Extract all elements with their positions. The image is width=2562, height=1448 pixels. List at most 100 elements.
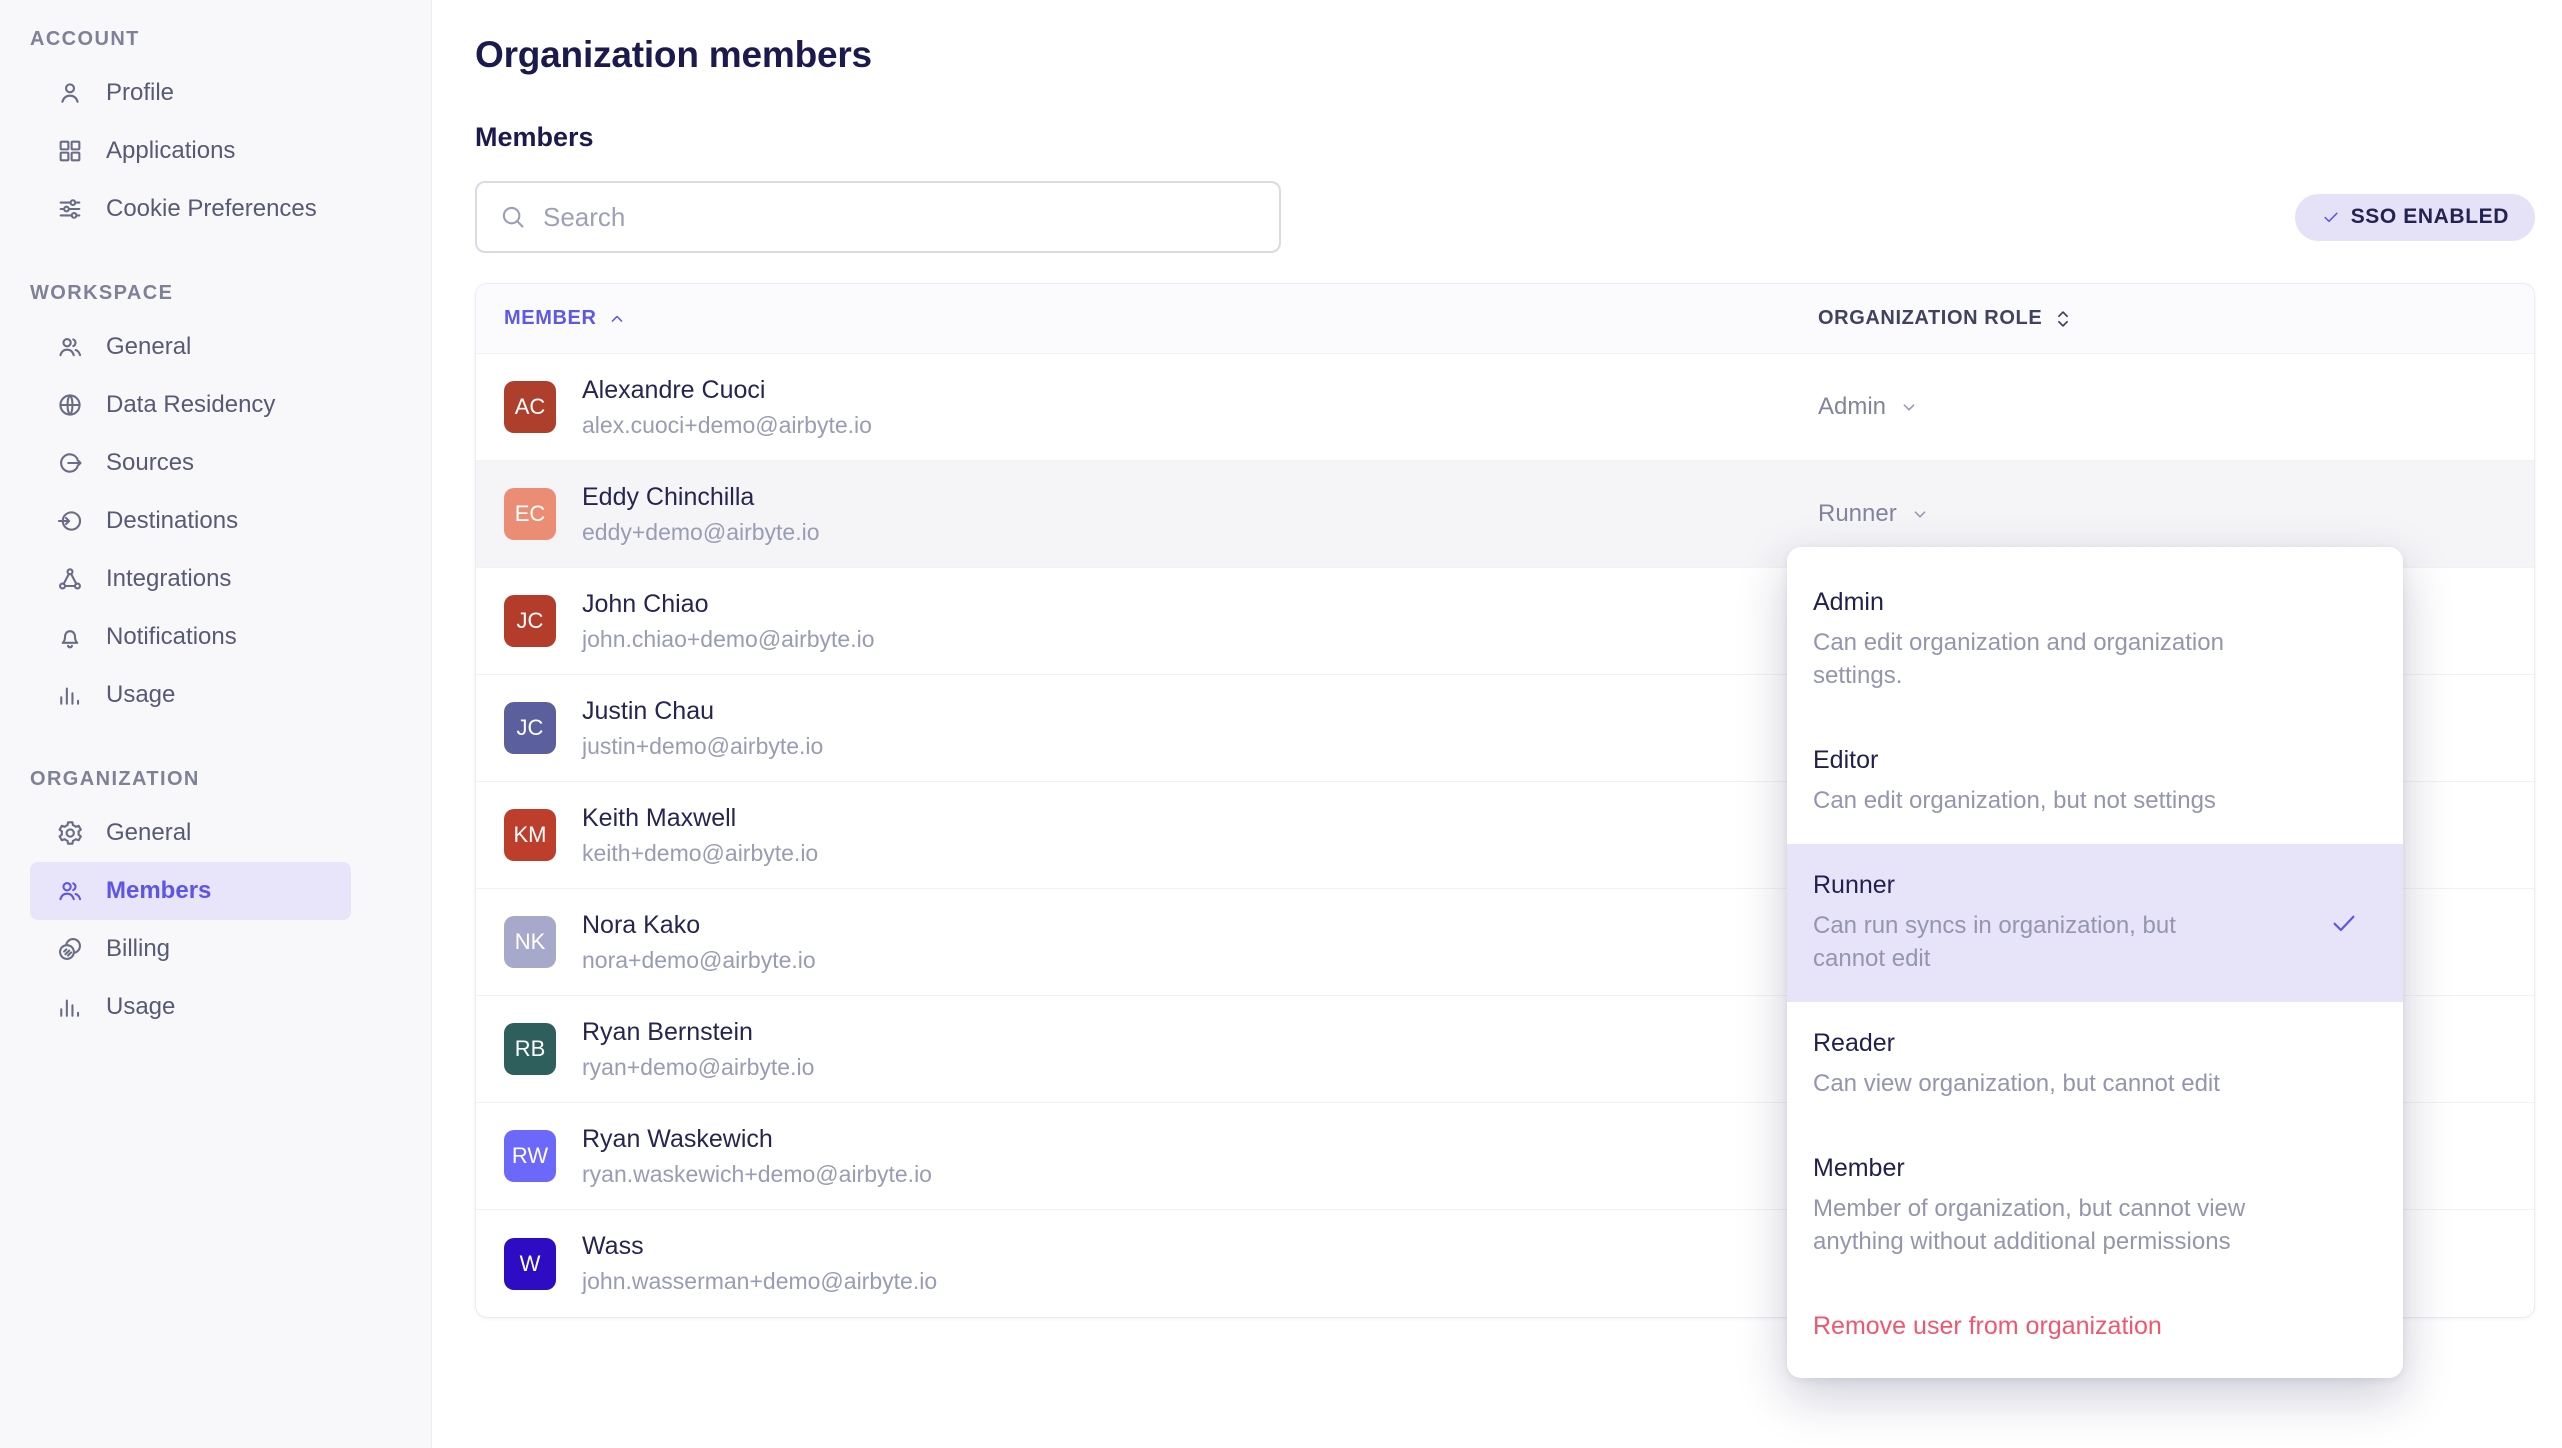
member-name: Keith Maxwell [582,804,818,833]
avatar: KM [504,809,556,861]
sidebar-item-workspace-general[interactable]: General [30,318,351,376]
table-header-row: MEMBER ORGANIZATION ROLE [476,284,2534,354]
bar-chart-icon [56,681,84,709]
users-icon [56,877,84,905]
members-section-title: Members [475,122,2534,153]
role-option-member[interactable]: MemberMember of organization, but cannot… [1787,1127,2403,1285]
settings-sidebar: ACCOUNT Profile Applications Cookie Prefere… [0,0,432,1448]
sso-badge-label: SSO ENABLED [2351,205,2509,229]
check-icon [2321,207,2341,227]
sidebar-item-label: Usage [106,993,175,1021]
member-cell: JC John Chiaojohn.chiao+demo@airbyte.io [476,590,1796,653]
sidebar-item-workspace-notifications[interactable]: Notifications [30,608,351,666]
sidebar-item-workspace-data-residency[interactable]: Data Residency [30,376,351,434]
sidebar-section-label: WORKSPACE [30,274,431,312]
member-email: john.chiao+demo@airbyte.io [582,626,875,653]
avatar: AC [504,381,556,433]
sidebar-section-label: ORGANIZATION [30,760,431,798]
member-cell: ACAlexandre Cuocialex.cuoci+demo@airbyte… [476,376,1796,439]
table-row: ACAlexandre Cuocialex.cuoci+demo@airbyte… [476,354,2534,461]
role-option-title: Member [1813,1154,2308,1183]
members-controls: SSO ENABLED [475,181,2535,253]
remove-user-action[interactable]: Remove user from organization [1787,1285,2403,1370]
member-cell: RWRyan Waskewichryan.waskewich+demo@airb… [476,1125,1796,1188]
search-input[interactable] [543,202,1259,233]
member-info: Ryan Waskewich ryan.waskewich+demo@airbyt… [582,1125,932,1188]
member-email: ryan.waskewich+demo@airbyte.io [582,1161,932,1188]
bar-chart-icon [56,993,84,1021]
selected-check-icon [2329,908,2359,938]
member-email: justin+demo@airbyte.io [582,733,823,760]
role-option-admin[interactable]: AdminCan edit organization and organizat… [1787,561,2403,719]
sidebar-item-account-cookie-preferences[interactable]: Cookie Preferences [30,180,351,238]
avatar: JC [504,702,556,754]
sidebar-section-account: ACCOUNT Profile Applications Cookie Prefere… [0,20,431,238]
sidebar-item-label: Destinations [106,507,238,535]
chevron-down-icon [1898,396,1920,418]
sidebar-item-label: General [106,333,191,361]
sidebar-item-workspace-sources[interactable]: Sources [30,434,351,492]
destination-circle-arrow-icon [56,507,84,535]
sidebar-item-workspace-destinations[interactable]: Destinations [30,492,351,550]
source-circle-arrow-icon [56,449,84,477]
role-option-editor[interactable]: EditorCan edit organization, but not set… [1787,719,2403,844]
member-column-label: MEMBER [504,307,597,330]
avatar: RB [504,1023,556,1075]
sidebar-item-workspace-usage[interactable]: Usage [30,666,351,724]
column-header-member[interactable]: MEMBER [476,307,1796,330]
role-option-description: Can edit organization and organization s… [1813,626,2308,692]
member-email: eddy+demo@airbyte.io [582,519,820,546]
member-cell: KMKeith Maxwellkeith+demo@airbyte.io [476,804,1796,867]
member-info: Nora Kako nora+demo@airbyte.io [582,911,816,974]
users-icon [56,333,84,361]
avatar: NK [504,916,556,968]
sidebar-item-organization-usage[interactable]: Usage [30,978,351,1036]
gear-icon [56,819,84,847]
role-value: Runner [1818,500,1897,528]
member-name: Eddy Chinchilla [582,483,820,512]
role-option-title: Editor [1813,746,2308,775]
role-option-runner[interactable]: RunnerCan run syncs in organization, but… [1787,844,2403,1002]
avatar: JC [504,595,556,647]
role-cell: Runner [1796,500,2534,528]
sidebar-section-label: ACCOUNT [30,20,431,58]
sidebar-nav: ACCOUNT Profile Applications Cookie Prefere… [0,20,431,1036]
globe-icon [56,391,84,419]
member-name: Nora Kako [582,911,816,940]
member-search-box[interactable] [475,181,1281,253]
sidebar-item-label: Profile [106,79,174,107]
avatar: W [504,1238,556,1290]
sidebar-section-organization: ORGANIZATION General MembersBilling Usage [0,760,431,1036]
role-select[interactable]: Admin [1818,393,1920,421]
sidebar-item-organization-general[interactable]: General [30,804,351,862]
member-email: john.wasserman+demo@airbyte.io [582,1268,937,1295]
avatar: EC [504,488,556,540]
page-title: Organization members [475,34,2534,76]
share-nodes-icon [56,565,84,593]
sidebar-section-workspace: WORKSPACE General Data ResidencySources Des… [0,274,431,724]
role-option-description: Can run syncs in organization, but canno… [1813,909,2308,975]
sidebar-item-account-applications[interactable]: Applications [30,122,351,180]
sidebar-item-label: General [106,819,191,847]
member-cell: EC Eddy Chinchilla eddy+demo@airbyte.io [476,483,1796,546]
sidebar-item-organization-billing[interactable]: Billing [30,920,351,978]
sidebar-item-label: Cookie Preferences [106,195,317,223]
member-cell: NK Nora Kako nora+demo@airbyte.io [476,911,1796,974]
sidebar-item-workspace-integrations[interactable]: Integrations [30,550,351,608]
sort-both-icon [2052,308,2074,330]
member-info: Justin Chaujustin+demo@airbyte.io [582,697,823,760]
apps-grid-icon [56,137,84,165]
sidebar-item-account-profile[interactable]: Profile [30,64,351,122]
role-option-reader[interactable]: ReaderCan view organization, but cannot … [1787,1002,2403,1127]
member-name: Ryan Waskewich [582,1125,932,1154]
member-cell: JC Justin Chaujustin+demo@airbyte.io [476,697,1796,760]
column-header-organization-role[interactable]: ORGANIZATION ROLE [1796,307,2534,330]
sidebar-item-label: Notifications [106,623,237,651]
role-select[interactable]: Runner [1818,500,1931,528]
member-email: nora+demo@airbyte.io [582,947,816,974]
member-info: John Chiaojohn.chiao+demo@airbyte.io [582,590,875,653]
role-option-description: Can view organization, but cannot edit [1813,1067,2308,1100]
sidebar-item-organization-members[interactable]: Members [30,862,351,920]
member-info: Ryan Bernsteinryan+demo@airbyte.io [582,1018,814,1081]
member-info: Eddy Chinchilla eddy+demo@airbyte.io [582,483,820,546]
